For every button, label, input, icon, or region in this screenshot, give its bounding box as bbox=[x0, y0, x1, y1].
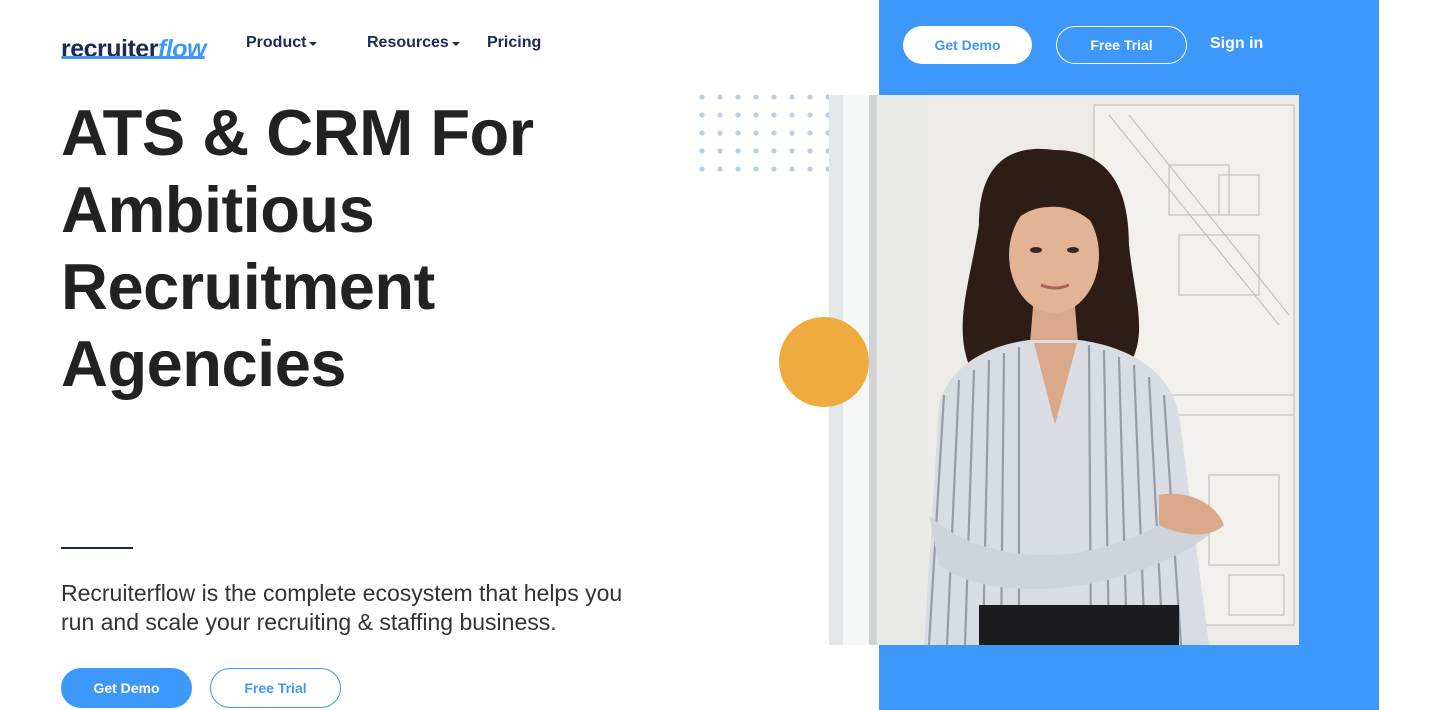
subheadline-line: run and scale your recruiting & staffing… bbox=[61, 609, 557, 635]
nav-product-label: Product bbox=[246, 34, 307, 51]
nav-resources-label: Resources bbox=[367, 34, 449, 51]
headline-line: Recruitment bbox=[61, 250, 435, 323]
hero-headline: ATS & CRM For Ambitious Recruitment Agen… bbox=[61, 94, 681, 402]
dot-grid-decoration bbox=[699, 94, 831, 172]
headline-line: ATS & CRM For bbox=[61, 96, 534, 169]
caret-down-icon bbox=[451, 42, 460, 46]
recruiterflow-logo[interactable]: recruiterflow bbox=[61, 26, 206, 62]
orange-circle-decoration bbox=[779, 317, 869, 407]
hero-get-demo-button[interactable]: Get Demo bbox=[61, 668, 192, 708]
hero-free-trial-button[interactable]: Free Trial bbox=[210, 668, 341, 708]
headline-line: Ambitious bbox=[61, 173, 375, 246]
logo-underline bbox=[61, 56, 205, 59]
header-free-trial-button[interactable]: Free Trial bbox=[1056, 26, 1187, 64]
hero-photo bbox=[829, 95, 1299, 645]
nav-product[interactable]: Product bbox=[246, 34, 318, 52]
header-get-demo-button[interactable]: Get Demo bbox=[903, 26, 1032, 64]
nav-resources[interactable]: Resources bbox=[367, 34, 460, 52]
caret-down-icon bbox=[309, 42, 318, 46]
nav-pricing-label: Pricing bbox=[487, 34, 542, 51]
hero-subheadline: Recruiterflow is the complete ecosystem … bbox=[61, 579, 671, 637]
woman-portrait-illustration bbox=[829, 95, 1299, 645]
nav-pricing[interactable]: Pricing bbox=[487, 34, 541, 52]
sign-in-link[interactable]: Sign in bbox=[1210, 35, 1263, 53]
headline-line: Agencies bbox=[61, 327, 347, 400]
accent-divider bbox=[61, 547, 133, 549]
subheadline-line: Recruiterflow is the complete ecosystem … bbox=[61, 580, 623, 606]
